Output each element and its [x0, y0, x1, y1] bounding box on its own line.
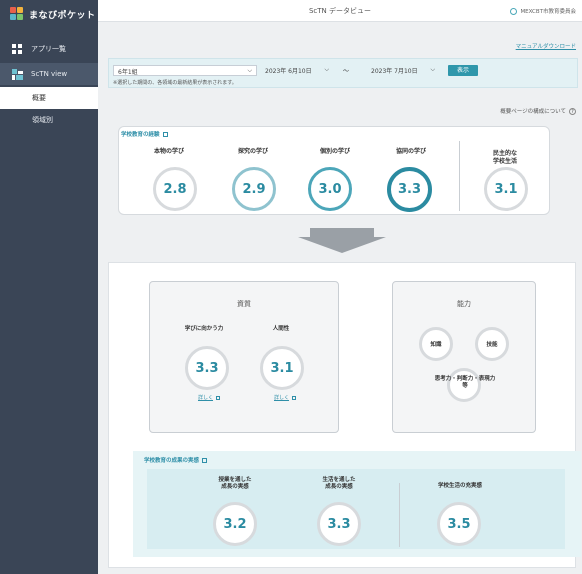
org-name: MEXCBT市教育委員会: [520, 9, 576, 15]
show-button[interactable]: 表示: [448, 65, 478, 76]
metric-ring: 3.0: [308, 167, 352, 211]
sidebar-item-sctn-view[interactable]: ScTN view: [0, 63, 98, 85]
sidebar-subitem-by-area[interactable]: 領域別: [0, 109, 98, 131]
details-link[interactable]: 詳しく: [198, 394, 221, 401]
results-inner: 授業を通した 成長の実感 3.2 生活を通した 成長の実感 3.3 学校生活の充…: [147, 469, 565, 549]
apps-grid-icon: [12, 44, 22, 54]
qualities-box: 資質 学びに向かう力 人間性 3.3 3.1 詳しく 詳しく: [149, 281, 339, 433]
results-heading[interactable]: 学校教育の成果の実感: [144, 456, 208, 464]
details-link-label: 詳しく: [198, 395, 214, 401]
sidebar-item-label: アプリ一覧: [31, 45, 66, 53]
quality-ring: 3.1: [260, 346, 304, 390]
metric-label: 個別の学び: [319, 148, 350, 155]
chevron-down-icon: ⌵: [324, 66, 329, 73]
date-from-select[interactable]: 2023年 6月10日 ⌵: [261, 65, 333, 76]
abilities-title: 能力: [457, 300, 471, 308]
class-select-value: 6年1組: [118, 69, 138, 76]
user-icon: [510, 7, 518, 15]
experience-card: 学校教育の経験 本物の学び 2.8 探究の学び 2.9 個別の学び 3.0 協同…: [118, 126, 550, 215]
metric-ring: 2.9: [232, 167, 276, 211]
metric-label: 民主的な 学校生活: [492, 150, 517, 165]
class-select[interactable]: 6年1組 ⌵: [113, 65, 257, 76]
app-logo[interactable]: まなびポケット: [0, 0, 98, 28]
sctn-view-icon: [12, 69, 23, 80]
result-ring: 3.2: [213, 502, 257, 546]
about-page-label: 概要ページの構成について: [500, 109, 566, 115]
sidebar-item-app-list[interactable]: アプリ一覧: [0, 38, 98, 60]
details-link[interactable]: 詳しく: [274, 394, 297, 401]
sidebar: まなびポケット アプリ一覧 ScTN view 概要 領域別: [0, 0, 98, 574]
metric-authentic-learning: 本物の学び: [139, 148, 199, 156]
page-title: ScTN データビュー: [308, 6, 372, 15]
result-ring: 3.5: [437, 502, 481, 546]
app-name: まなびポケット: [29, 10, 96, 21]
results-heading-label: 学校教育の成果の実感: [144, 458, 200, 464]
results-section: 学校教育の成果の実感 授業を通した 成長の実感 3.2 生活を通した 成長の実感…: [133, 451, 581, 557]
date-from-value: 2023年 6月10日: [265, 68, 312, 75]
result-label: 生活を通した 成長の実感: [322, 477, 356, 491]
metric-ring: 2.8: [153, 167, 197, 211]
metric-individual-learning: 個別の学び: [305, 148, 365, 156]
help-icon: ?: [569, 107, 576, 115]
abilities-box: 能力 知識 技能 思考力・判断力・表現力 等: [392, 281, 536, 433]
chevron-down-icon: ⌵: [430, 66, 435, 73]
chevron-down-icon: ⌵: [247, 67, 252, 74]
metric-inquiry-learning: 探究の学び: [223, 148, 283, 156]
range-separator: 〜: [343, 68, 350, 75]
experience-heading-label: 学校教育の経験: [121, 132, 160, 138]
date-to-value: 2023年 7月10日: [371, 68, 418, 75]
quality-label: 人間性: [272, 326, 290, 332]
metric-label: 探究の学び: [237, 148, 268, 155]
metric-label: 本物の学び: [153, 148, 184, 155]
external-link-icon: [202, 457, 208, 463]
down-arrow-head: [298, 237, 386, 253]
metric-collaborative-learning: 協同の学び: [381, 148, 441, 156]
quality-ring: 3.3: [185, 346, 229, 390]
details-link-label: 詳しく: [274, 395, 290, 401]
experience-heading[interactable]: 学校教育の経験: [121, 130, 168, 138]
divider: [459, 141, 460, 211]
filter-bar: 6年1組 ⌵ 2023年 6月10日 ⌵ 〜 2023年 7月10日 ⌵ 表示 …: [108, 58, 578, 88]
divider: [399, 483, 400, 547]
manual-download-link[interactable]: マニュアルダウンロード: [516, 42, 576, 50]
result-label: 授業を通した 成長の実感: [218, 477, 252, 491]
external-link-icon: [216, 395, 221, 400]
external-link-icon: [292, 395, 297, 400]
ability-skills: 技能: [475, 327, 509, 361]
external-link-icon: [162, 131, 168, 137]
metric-label: 協同の学び: [395, 148, 426, 155]
sidebar-item-label: ScTN view: [31, 70, 68, 78]
metric-ring: 3.1: [484, 167, 528, 211]
quality-label: 学びに向かう力: [184, 326, 224, 332]
about-page-link[interactable]: 概要ページの構成について ?: [500, 107, 576, 115]
date-to-select[interactable]: 2023年 7月10日 ⌵: [367, 65, 439, 76]
top-bar: ScTN データビュー MEXCBT市教育委員会: [98, 0, 582, 22]
sidebar-subitem-overview[interactable]: 概要: [0, 87, 98, 109]
user-org[interactable]: MEXCBT市教育委員会: [510, 7, 576, 15]
result-ring: 3.3: [317, 502, 361, 546]
ability-thinking: 思考力・判断力・表現力 等: [434, 376, 496, 390]
qualities-title: 資質: [237, 300, 251, 308]
result-label: 学校生活の充実感: [437, 483, 482, 489]
ability-knowledge: 知識: [419, 327, 453, 361]
filter-note: ※選択した期間の、各領域の最新結果が表示されます。: [113, 80, 237, 86]
metric-ring: 3.3: [387, 167, 432, 212]
manabi-pocket-logo-icon: [10, 7, 24, 21]
